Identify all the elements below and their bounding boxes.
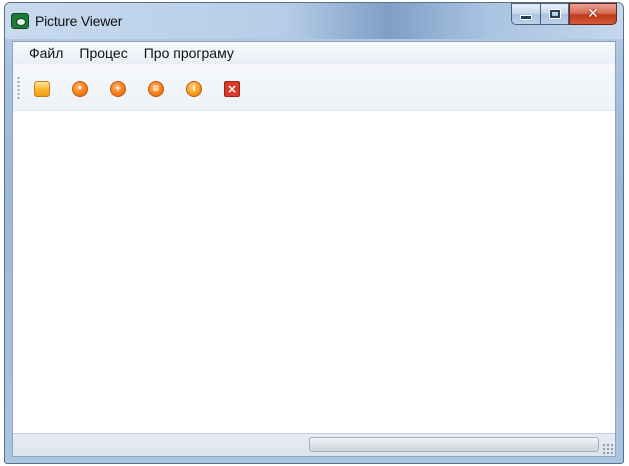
toolbar: • + ≡ i × [13,64,615,111]
maximize-icon [548,9,561,19]
resize-grip[interactable] [602,443,614,455]
process-button-2[interactable]: + [107,78,129,100]
toolbar-grip[interactable] [17,76,20,100]
process-icon-2: + [110,81,126,97]
picture-canvas[interactable] [13,111,615,434]
application-window: Picture Viewer ✕ Файл Процес Про програм… [4,2,624,464]
menu-process[interactable]: Процес [71,42,135,64]
info-button[interactable]: i [183,78,205,100]
progress-bar [309,437,599,452]
title-bar[interactable]: Picture Viewer ✕ [5,3,623,39]
info-icon: i [186,81,202,97]
process-icon-3: ≡ [148,81,164,97]
menu-about[interactable]: Про програму [136,42,242,64]
process-icon-1: • [72,81,88,97]
client-area: Файл Процес Про програму • + ≡ i × [12,41,616,457]
eye-icon[interactable] [11,13,29,29]
caption-buttons: ✕ [511,3,617,25]
open-button[interactable] [31,78,53,100]
window-title: Picture Viewer [35,13,123,29]
status-bar [13,433,615,456]
menu-file[interactable]: Файл [21,42,71,64]
process-button-3[interactable]: ≡ [145,78,167,100]
exit-icon: × [224,81,240,97]
process-button-1[interactable]: • [69,78,91,100]
menu-bar: Файл Процес Про програму [13,42,615,64]
close-button[interactable]: ✕ [569,3,617,25]
maximize-button[interactable] [540,3,569,25]
exit-button[interactable]: × [221,78,243,100]
minimize-button[interactable] [511,3,540,25]
close-icon: ✕ [587,6,599,22]
minimize-icon [520,14,532,20]
open-folder-icon [34,81,50,97]
